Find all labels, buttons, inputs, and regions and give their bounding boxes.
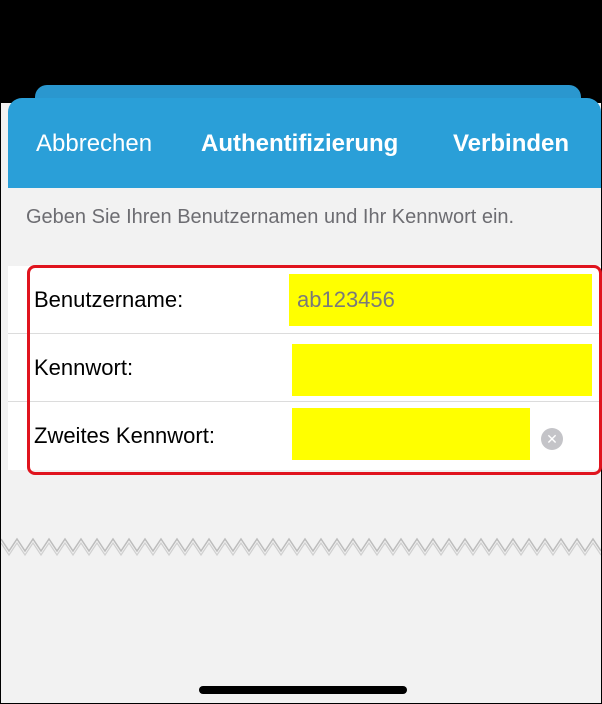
connect-button[interactable]: Verbinden — [453, 130, 569, 158]
password-field[interactable] — [292, 344, 592, 396]
login-form: Benutzername: Kennwort: Zweites Kennwort… — [8, 266, 601, 470]
navigation-bar: Abbrechen Authentifizierung Verbinden — [8, 98, 601, 188]
page-title: Authentifizierung — [201, 130, 399, 157]
username-row: Benutzername: — [8, 266, 601, 334]
cancel-button[interactable]: Abbrechen — [36, 130, 152, 158]
username-field[interactable] — [289, 274, 592, 326]
password-row: Kennwort: — [8, 334, 601, 402]
username-label: Benutzername: — [34, 287, 184, 312]
password-label: Kennwort: — [34, 355, 134, 380]
cut-line-divider — [1, 537, 601, 557]
second-password-row: Zweites Kennwort: ✕ — [8, 402, 601, 470]
second-password-field[interactable] — [292, 408, 530, 460]
clear-icon[interactable]: ✕ — [541, 428, 563, 450]
second-password-label: Zweites Kennwort: — [34, 423, 215, 448]
home-indicator[interactable] — [199, 686, 407, 694]
screen-frame: Abbrechen Authentifizierung Verbinden Ge… — [0, 0, 602, 704]
instruction-text: Geben Sie Ihren Benutzernamen und Ihr Ke… — [26, 206, 515, 228]
